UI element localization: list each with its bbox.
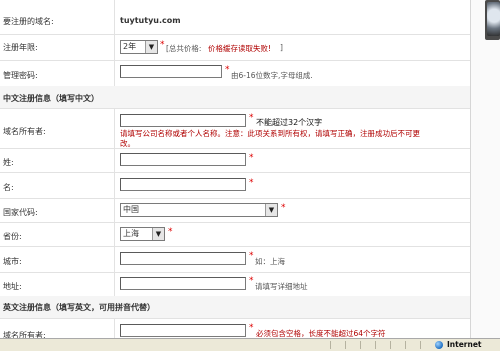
domain-row: 要注册的域名: tuytutyu.com (0, 0, 470, 35)
address-row: 地址: * 请填写详细地址 (0, 272, 470, 297)
surname-label: 姓: (3, 158, 14, 167)
province-row: 省份: 上海 ▼ * (0, 222, 470, 247)
address-hint: 请填写详细地址 (255, 282, 308, 291)
owner-input[interactable] (120, 114, 246, 127)
en-owner-row: 域名所有者: * 必须包含空格，长度不能超过64个字符 (0, 318, 470, 340)
years-row: 注册年限: 2年 ▼ * [总共价格: 价格缓存读取失败! ] (0, 34, 470, 61)
domain-value: tuytutyu.com (120, 16, 181, 25)
name-row: 名: * (0, 172, 470, 199)
surname-input[interactable] (120, 153, 246, 166)
price-note: [总共价格: (166, 44, 202, 53)
globe-icon (435, 341, 443, 349)
owner-warning: 请填写公司名称或者个人名称。注意：此项关系到所有权，请填写正确，注册成功后不可更 (120, 129, 420, 138)
cn-section-header: 中文注册信息（填写中文） (0, 86, 470, 109)
surname-row: 姓: * (0, 148, 470, 173)
browser-status-bar: Internet (0, 338, 500, 351)
password-label: 管理密码: (3, 71, 38, 80)
chevron-down-icon: ▼ (152, 228, 164, 240)
country-select[interactable]: 中国 ▼ (120, 203, 278, 217)
name-label: 名: (3, 183, 14, 192)
chevron-down-icon: ▼ (265, 204, 277, 216)
province-select[interactable]: 上海 ▼ (120, 227, 165, 241)
password-hint: 由6-16位数字,字母组成. (231, 71, 313, 80)
chevron-down-icon: ▼ (145, 41, 157, 53)
password-row: 管理密码: * 由6-16位数字,字母组成. (0, 60, 470, 87)
password-input[interactable] (120, 65, 222, 78)
years-select[interactable]: 2年 ▼ (120, 40, 158, 54)
city-label: 城市: (3, 257, 22, 266)
country-row: 国家代码: 中国 ▼ * (0, 198, 470, 223)
side-panel (471, 0, 500, 340)
city-hint: 如：上海 (255, 257, 285, 266)
city-input[interactable] (120, 252, 246, 265)
years-label: 注册年限: (3, 43, 38, 52)
registration-form: 要注册的域名: tuytutyu.com 注册年限: 2年 ▼ * [总共价格:… (0, 0, 471, 340)
en-owner-input[interactable] (120, 324, 246, 337)
city-row: 城市: * 如：上海 (0, 246, 470, 273)
domain-label: 要注册的域名: (3, 17, 54, 26)
name-input[interactable] (120, 178, 246, 191)
address-label: 地址: (3, 282, 22, 291)
en-section-header: 英文注册信息（填写英文，可用拼音代替） (0, 296, 470, 319)
avatar-icon (487, 2, 500, 36)
owner-label: 域名所有者: (3, 127, 46, 136)
province-label: 省份: (3, 232, 22, 241)
security-zone-label: Internet (447, 340, 482, 349)
owner-limit: 不能超过32个汉字 (256, 118, 323, 127)
address-input[interactable] (120, 277, 246, 290)
price-error: 价格缓存读取失败! (208, 44, 272, 53)
country-label: 国家代码: (3, 208, 38, 217)
owner-row: 域名所有者: * 不能超过32个汉字 请填写公司名称或者个人名称。注意：此项关系… (0, 108, 470, 149)
